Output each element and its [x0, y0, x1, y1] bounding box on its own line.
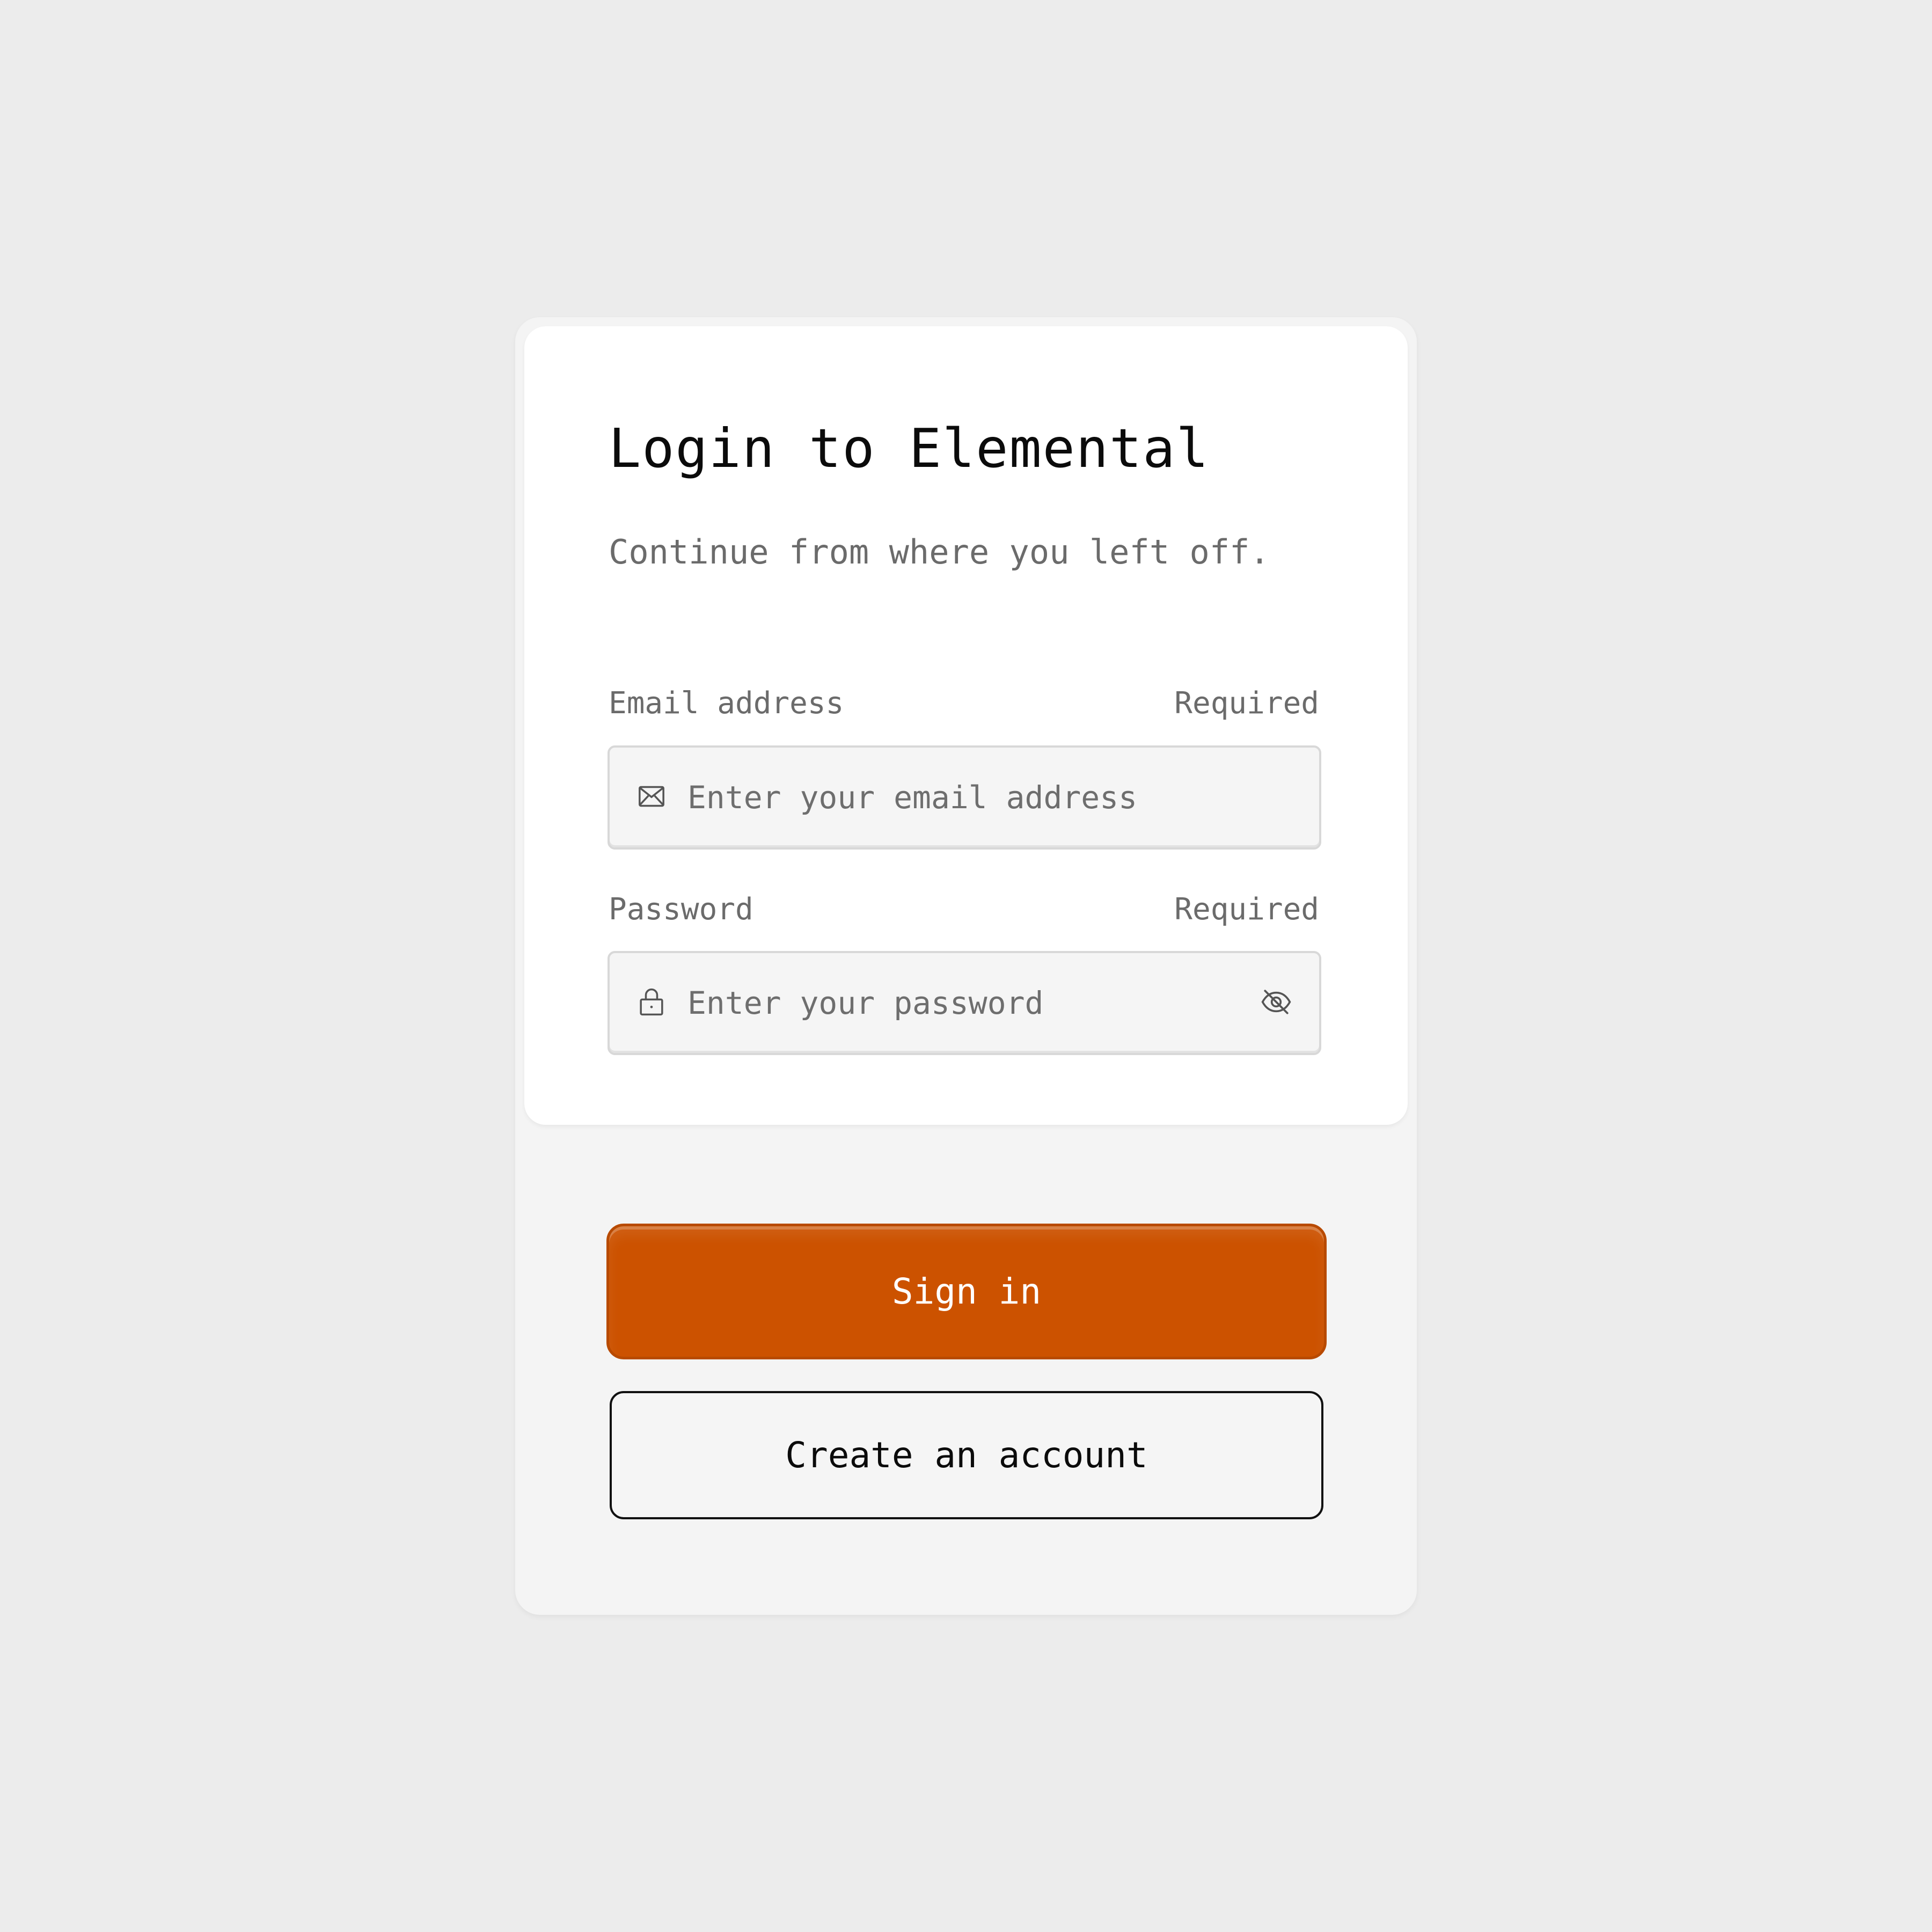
password-required-label: Required: [1174, 892, 1319, 927]
email-field[interactable]: [608, 745, 1321, 850]
password-label: Password: [609, 892, 753, 927]
lock-icon: [640, 988, 663, 1016]
email-input[interactable]: [687, 748, 1224, 847]
page-subtitle: Continue from where you left off.: [609, 532, 1270, 572]
create-account-button[interactable]: Create an account: [610, 1391, 1323, 1519]
mail-icon: [639, 786, 664, 807]
email-label: Email address: [609, 686, 844, 721]
page-title: Login to Elemental: [609, 417, 1210, 480]
login-form-panel: Login to Elemental Continue from where y…: [524, 326, 1408, 1125]
login-card: Login to Elemental Continue from where y…: [515, 317, 1417, 1615]
eye-off-icon[interactable]: [1260, 987, 1292, 1017]
password-field[interactable]: [608, 951, 1321, 1055]
password-input[interactable]: [687, 953, 1224, 1053]
sign-in-button[interactable]: Sign in: [606, 1224, 1327, 1359]
email-required-label: Required: [1174, 686, 1319, 721]
